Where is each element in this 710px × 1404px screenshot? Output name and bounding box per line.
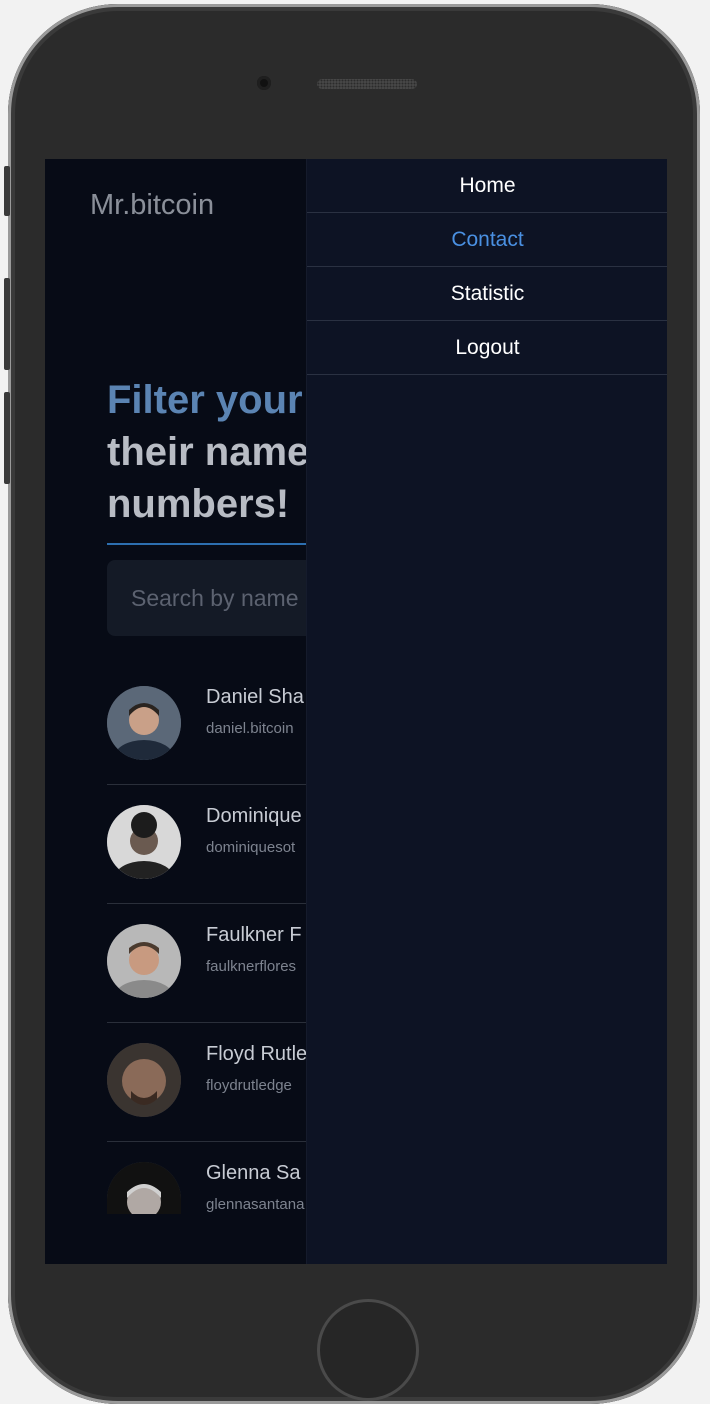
home-button[interactable] (317, 1299, 419, 1401)
avatar (107, 1162, 181, 1214)
avatar (107, 924, 181, 998)
avatar (107, 805, 181, 879)
contact-email: floydrutledge (206, 1077, 292, 1094)
contact-email: dominiquesot (206, 839, 296, 856)
contact-name: Dominique (206, 805, 302, 827)
menu-item-contact[interactable]: Contact (307, 213, 667, 267)
volume-down-button (4, 392, 10, 484)
contact-name: Floyd Rutle (206, 1043, 308, 1065)
menu-item-home[interactable]: Home (307, 159, 667, 213)
avatar (107, 686, 181, 760)
avatar (107, 1043, 181, 1117)
contact-name: Glenna Sa (206, 1162, 301, 1184)
mute-switch (4, 166, 10, 216)
contact-name: Faulkner F (206, 924, 302, 946)
contact-email: faulknerflores (206, 958, 297, 975)
menu-item-statistic[interactable]: Statistic (307, 267, 667, 321)
side-menu: Home Contact Statistic Logout (306, 159, 667, 1264)
contact-email: glennasantana (206, 1196, 305, 1213)
contact-email: daniel.bitcoin (206, 720, 294, 737)
contact-name: Daniel Sha (206, 686, 304, 708)
speaker-grille (317, 79, 417, 89)
app-logo[interactable]: Mr.bitcoin (90, 189, 214, 222)
app-screen: Mr.bitcoin Filter your their name number… (45, 159, 667, 1264)
volume-up-button (4, 278, 10, 370)
camera-icon (257, 76, 271, 90)
menu-item-logout[interactable]: Logout (307, 321, 667, 375)
